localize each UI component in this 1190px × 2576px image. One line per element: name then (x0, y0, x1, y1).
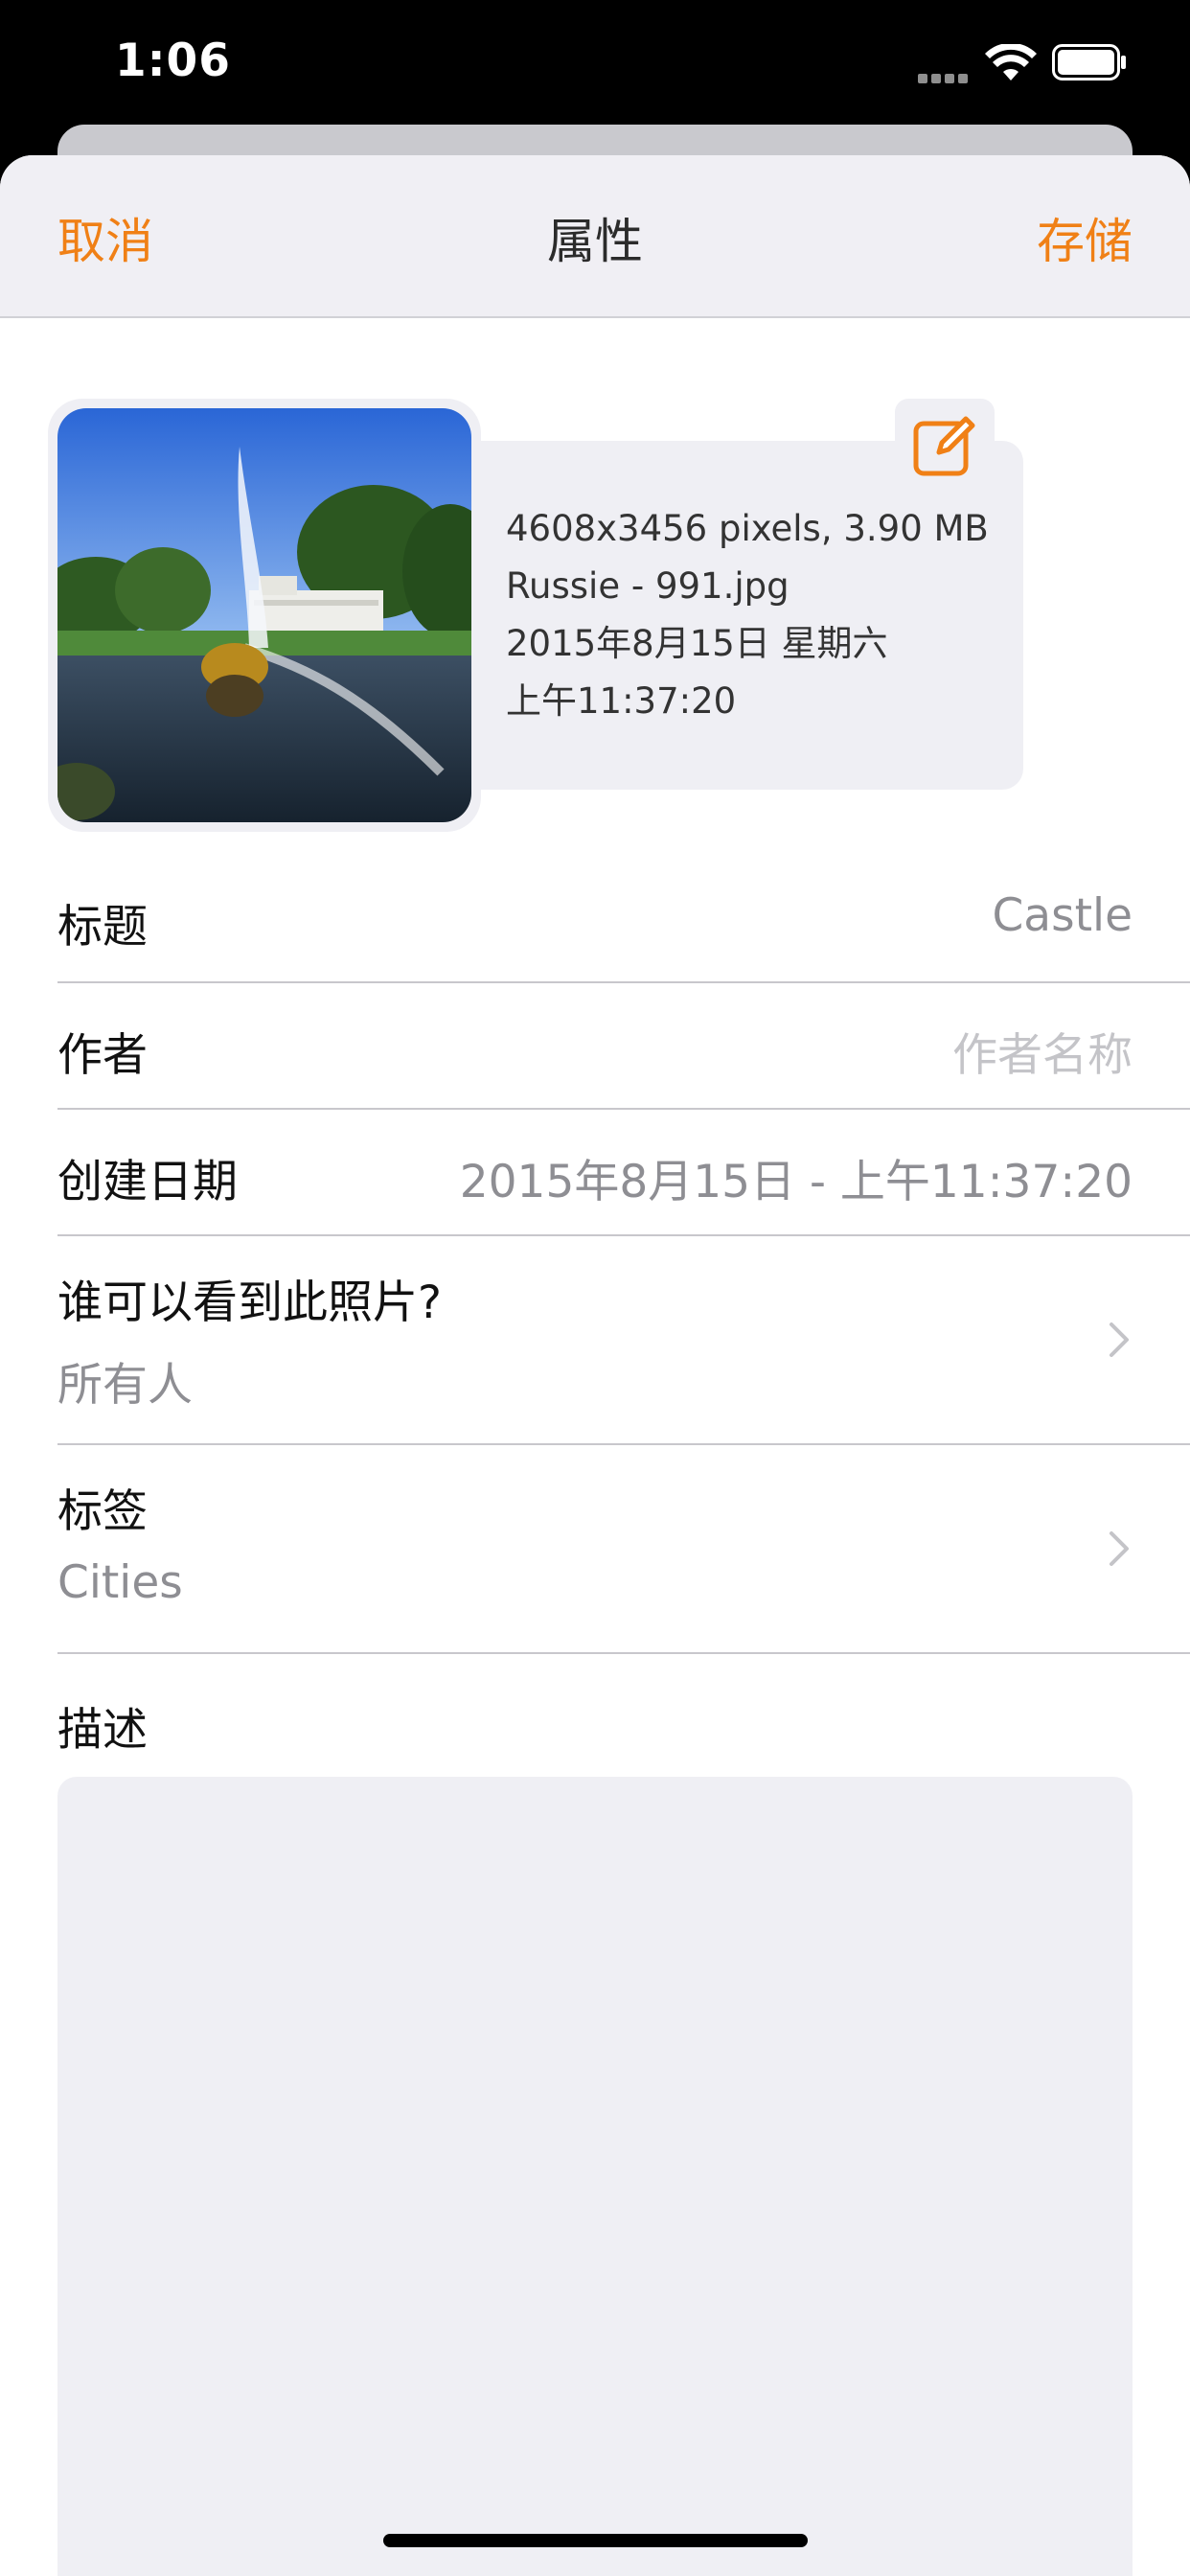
title-label: 标题 (57, 901, 148, 954)
page-title-wrap: 属性 (0, 203, 1190, 272)
status-time: 1:06 (115, 34, 231, 87)
photo-date: 2015年8月15日 星期六 (506, 623, 888, 664)
title-value[interactable]: Castle (992, 889, 1133, 942)
chevron-right-icon (1110, 1322, 1129, 1357)
author-input[interactable]: 作者名称 (952, 1018, 1133, 1084)
title-row[interactable]: 标题 Castle (57, 855, 1190, 983)
visibility-label: 谁可以看到此照片? (57, 1276, 442, 1329)
cellular-signal-icon (918, 69, 972, 83)
tags-value: Cities (57, 1556, 183, 1609)
created-date-row[interactable]: 创建日期 2015年8月15日 - 上午11:37:20 (57, 1110, 1190, 1236)
chevron-right-icon (1110, 1531, 1129, 1566)
created-date-label: 创建日期 (57, 1156, 238, 1208)
battery-icon (1052, 44, 1126, 80)
home-indicator[interactable] (383, 2534, 808, 2547)
wifi-icon (985, 44, 1037, 80)
page-title: 属性 (547, 214, 643, 269)
photo-dimensions-size: 4608x3456 pixels, 3.90 MB (506, 508, 989, 549)
navigation-bar: 取消 属性 存储 (0, 155, 1190, 318)
photo-filename: Russie - 991.jpg (506, 565, 790, 607)
description-label: 描述 (57, 1704, 148, 1757)
description-textarea[interactable] (57, 1777, 1133, 2576)
author-label: 作者 (57, 1029, 148, 1082)
cancel-button[interactable]: 取消 (57, 203, 153, 272)
visibility-value: 所有人 (57, 1359, 193, 1412)
edit-square-icon[interactable] (910, 410, 979, 479)
photo-time: 上午11:37:20 (506, 680, 737, 722)
tags-label: 标签 (57, 1485, 148, 1538)
tags-row[interactable]: 标签 Cities (57, 1445, 1190, 1654)
properties-sheet: 取消 属性 存储 4608x3456 pixels, 3.90 MB Russi… (0, 155, 1190, 2576)
created-date-value[interactable]: 2015年8月15日 - 上午11:37:20 (460, 1144, 1133, 1210)
status-bar: 1:06 (0, 0, 1190, 134)
author-row[interactable]: 作者 作者名称 (57, 983, 1190, 1110)
photo-thumbnail[interactable] (57, 408, 471, 822)
fountain-photo (57, 408, 471, 822)
save-button[interactable]: 存储 (1037, 203, 1133, 272)
screen: 1:06 取消 属性 存储 4608x3456 pixels, 3.90 MB … (0, 0, 1190, 2576)
photo-metadata: 4608x3456 pixels, 3.90 MB Russie - 991.j… (506, 500, 989, 730)
visibility-row[interactable]: 谁可以看到此照片? 所有人 (57, 1236, 1190, 1445)
